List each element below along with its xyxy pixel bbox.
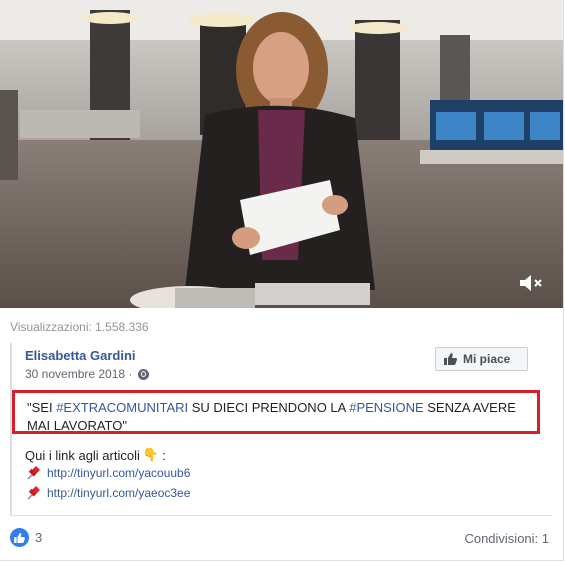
quote-part: SU DIECI PRENDONO LA xyxy=(188,400,350,415)
article-link-1[interactable]: http://tinyurl.com/yacouub6 xyxy=(47,466,190,480)
links-intro-text: Qui i link agli articoli xyxy=(25,447,140,463)
pushpin-icon xyxy=(27,466,40,480)
embedded-post: Elisabetta Gardini 30 novembre 2018 · Mi… xyxy=(10,343,552,516)
video-player[interactable] xyxy=(0,0,563,308)
thumbs-up-icon xyxy=(444,353,457,365)
like-page-button[interactable]: Mi piace xyxy=(435,347,528,371)
hashtag-extracomunitari[interactable]: #EXTRACOMUNITARI xyxy=(56,400,188,415)
reactions-summary[interactable]: 3 xyxy=(10,528,42,547)
author-name-link[interactable]: Elisabetta Gardini xyxy=(25,348,136,363)
like-page-label: Mi piace xyxy=(463,352,511,366)
facebook-video-post: Visualizzazioni: 1.558.336 Elisabetta Ga… xyxy=(0,0,564,561)
view-count: Visualizzazioni: 1.558.336 xyxy=(10,320,149,334)
post-meta: 30 novembre 2018 · xyxy=(25,367,150,381)
shares-count[interactable]: Condivisioni: 1 xyxy=(464,531,549,546)
article-link-row: http://tinyurl.com/yacouub6 xyxy=(25,465,190,481)
mute-button[interactable] xyxy=(517,272,545,294)
pushpin-icon xyxy=(27,486,40,500)
pointing-down-icon: 👇 xyxy=(142,447,160,462)
likes-count: 3 xyxy=(35,530,43,545)
like-reaction-icon xyxy=(10,528,29,547)
links-intro-colon: : xyxy=(162,447,166,463)
post-date[interactable]: 30 novembre 2018 · xyxy=(25,367,132,381)
quote-part: "SEI xyxy=(27,400,57,415)
highlighted-quote-box: "SEI #EXTRACOMUNITARI SU DIECI PRENDONO … xyxy=(12,390,540,434)
hashtag-pensione[interactable]: #PENSIONE xyxy=(349,400,423,415)
article-link-row: http://tinyurl.com/yaeoc3ee xyxy=(25,485,190,501)
globe-icon xyxy=(138,368,150,380)
links-intro: Qui i link agli articoli 👇 : xyxy=(25,447,166,463)
article-link-2[interactable]: http://tinyurl.com/yaeoc3ee xyxy=(47,486,190,500)
speaker-muted-icon xyxy=(520,275,542,291)
post-quote-text: "SEI #EXTRACOMUNITARI SU DIECI PRENDONO … xyxy=(27,399,532,435)
video-frame xyxy=(0,0,563,308)
thumbs-up-icon xyxy=(14,532,25,543)
